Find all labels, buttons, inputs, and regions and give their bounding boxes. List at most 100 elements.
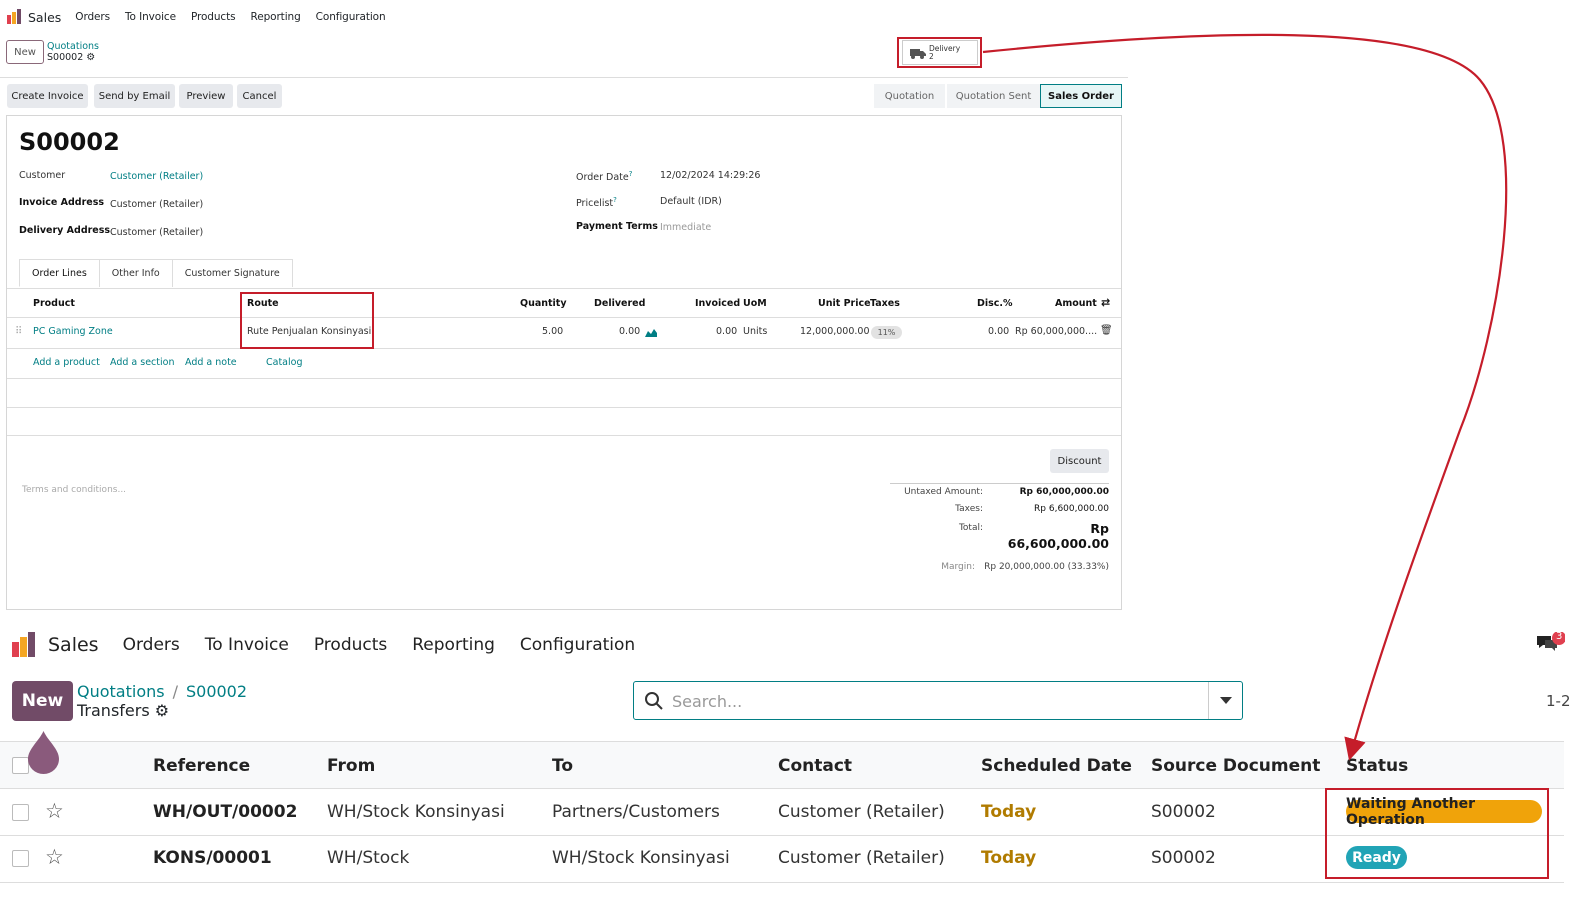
- app-name[interactable]: Sales: [48, 634, 99, 656]
- status-highlight-box: [1325, 788, 1549, 879]
- order-line-row[interactable]: ⠿ PC Gaming Zone Rute Penjualan Konsinya…: [7, 318, 1121, 349]
- col-taxes[interactable]: Taxes: [870, 298, 900, 309]
- col-to[interactable]: To: [552, 756, 573, 776]
- tab-order-lines[interactable]: Order Lines: [19, 259, 100, 287]
- line-uom[interactable]: Units: [743, 326, 767, 337]
- invoice-address-field[interactable]: Customer (Retailer): [110, 199, 203, 210]
- col-unit-price[interactable]: Unit Price: [818, 298, 871, 309]
- line-quantity[interactable]: 5.00: [542, 326, 563, 337]
- route-highlight-box: [240, 292, 374, 349]
- menu-products[interactable]: Products: [191, 11, 236, 23]
- forecast-chart-icon[interactable]: [645, 327, 657, 337]
- col-contact[interactable]: Contact: [778, 756, 852, 776]
- menu-orders[interactable]: Orders: [123, 635, 180, 655]
- transfers-table-header: Reference From To Contact Scheduled Date…: [0, 741, 1564, 789]
- search-options-toggle[interactable]: [1208, 682, 1242, 719]
- preview-button[interactable]: Preview: [179, 84, 233, 108]
- terms-field[interactable]: Terms and conditions...: [22, 485, 126, 495]
- sales-logo-icon[interactable]: [11, 632, 37, 658]
- catalog-link[interactable]: Catalog: [266, 357, 302, 368]
- search-input[interactable]: Search...: [672, 692, 742, 711]
- col-scheduled-date[interactable]: Scheduled Date: [981, 756, 1132, 776]
- col-discount[interactable]: Disc.%: [977, 298, 1013, 309]
- col-product[interactable]: Product: [33, 298, 75, 309]
- customer-field[interactable]: Customer (Retailer): [110, 171, 203, 182]
- row-checkbox[interactable]: [12, 804, 29, 821]
- pricelist-field[interactable]: Default (IDR): [660, 196, 722, 207]
- line-unit-price[interactable]: 12,000,000.00: [800, 326, 870, 337]
- breadcrumb-quotations[interactable]: Quotations: [47, 41, 99, 52]
- stage-sales-order[interactable]: Sales Order: [1040, 84, 1122, 108]
- tab-customer-signature[interactable]: Customer Signature: [171, 259, 293, 287]
- col-delivered[interactable]: Delivered: [594, 298, 645, 309]
- col-status[interactable]: Status: [1346, 756, 1408, 776]
- cursor-drop-icon: [28, 731, 59, 774]
- row-scheduled: Today: [981, 802, 1037, 822]
- page-title: Transfers: [77, 701, 150, 720]
- breadcrumb-order[interactable]: S00002: [186, 682, 247, 701]
- col-uom[interactable]: UoM: [743, 298, 767, 309]
- trash-icon[interactable]: 🗑: [1100, 325, 1113, 336]
- app-name[interactable]: Sales: [28, 10, 61, 25]
- add-section-link[interactable]: Add a section: [110, 357, 174, 368]
- column-settings-icon[interactable]: ⇄: [1101, 296, 1110, 309]
- col-source-document[interactable]: Source Document: [1151, 756, 1320, 776]
- row-from: WH/Stock: [327, 848, 410, 868]
- sales-logo-icon[interactable]: [6, 9, 22, 25]
- search-bar[interactable]: Search...: [633, 681, 1243, 720]
- line-product[interactable]: PC Gaming Zone: [33, 326, 113, 337]
- menu-products[interactable]: Products: [314, 635, 387, 655]
- breadcrumb: Quotations / S00002 Transfers ⚙: [77, 682, 248, 720]
- col-invoiced[interactable]: Invoiced: [695, 298, 740, 309]
- stage-quotation[interactable]: Quotation: [874, 84, 945, 108]
- help-mark: ?: [628, 170, 633, 178]
- menu-orders[interactable]: Orders: [75, 11, 110, 23]
- pager[interactable]: 1-2: [1546, 692, 1571, 710]
- cancel-button[interactable]: Cancel: [237, 84, 282, 108]
- gear-icon[interactable]: ⚙: [86, 52, 95, 63]
- add-product-link[interactable]: Add a product: [33, 357, 100, 368]
- menu-configuration[interactable]: Configuration: [316, 11, 386, 23]
- menu-reporting[interactable]: Reporting: [250, 11, 300, 23]
- send-by-email-button[interactable]: Send by Email: [94, 84, 175, 108]
- tax-badge[interactable]: 11%: [871, 326, 902, 339]
- order-title: S00002: [19, 128, 120, 156]
- search-icon: [645, 692, 663, 710]
- drag-handle-icon[interactable]: ⠿: [15, 326, 22, 337]
- menu-to-invoice[interactable]: To Invoice: [125, 11, 176, 23]
- total-value: Rp 66,600,000.00: [1007, 521, 1109, 551]
- chat-icon[interactable]: 3: [1535, 631, 1566, 658]
- discount-button[interactable]: Discount: [1050, 449, 1109, 473]
- menu-reporting[interactable]: Reporting: [412, 635, 495, 655]
- create-invoice-button[interactable]: Create Invoice: [7, 84, 88, 108]
- row-to: WH/Stock Konsinyasi: [552, 848, 730, 868]
- stage-quotation-sent[interactable]: Quotation Sent: [947, 84, 1040, 108]
- col-quantity[interactable]: Quantity: [520, 298, 567, 309]
- row-from: WH/Stock Konsinyasi: [327, 802, 505, 822]
- row-checkbox[interactable]: [12, 850, 29, 867]
- delivery-address-field[interactable]: Customer (Retailer): [110, 227, 203, 238]
- tab-other-info[interactable]: Other Info: [98, 259, 173, 287]
- gear-icon[interactable]: ⚙: [155, 701, 169, 720]
- col-from[interactable]: From: [327, 756, 375, 776]
- payment-terms-field[interactable]: Immediate: [660, 222, 711, 233]
- line-discount[interactable]: 0.00: [988, 326, 1009, 337]
- menu-to-invoice[interactable]: To Invoice: [205, 635, 289, 655]
- row-scheduled: Today: [981, 848, 1037, 868]
- row-source: S00002: [1151, 802, 1216, 822]
- star-icon[interactable]: ☆: [45, 845, 64, 869]
- sales-order-form-screenshot: Sales Orders To Invoice Products Reporti…: [0, 0, 1128, 620]
- col-reference[interactable]: Reference: [153, 756, 250, 776]
- menu-configuration[interactable]: Configuration: [520, 635, 635, 655]
- new-button[interactable]: New: [6, 40, 44, 64]
- chat-badge: 3: [1556, 631, 1563, 642]
- order-date-field[interactable]: 12/02/2024 14:29:26: [660, 170, 760, 181]
- breadcrumb-quotations[interactable]: Quotations: [77, 682, 165, 701]
- col-amount[interactable]: Amount: [1055, 298, 1097, 309]
- form-tabs: Order Lines Other Info Customer Signatur…: [19, 259, 293, 287]
- star-icon[interactable]: ☆: [45, 799, 64, 823]
- new-button[interactable]: New: [12, 681, 73, 721]
- add-note-link[interactable]: Add a note: [185, 357, 237, 368]
- breadcrumb: Quotations S00002 ⚙: [47, 41, 99, 63]
- empty-row: [7, 380, 1121, 408]
